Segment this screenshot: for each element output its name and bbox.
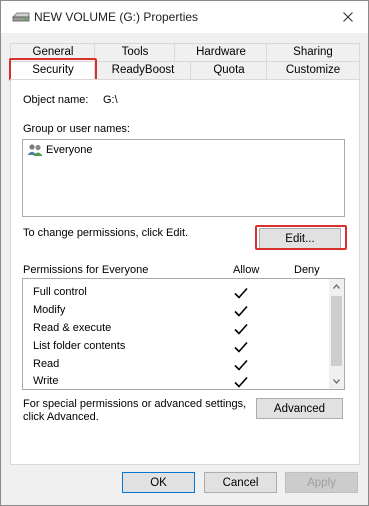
tab-general[interactable]: General [10, 43, 96, 61]
tab-sharing[interactable]: Sharing [266, 43, 360, 61]
allow-check-icon [234, 287, 248, 299]
table-row: Full control [23, 285, 328, 303]
close-icon [343, 12, 353, 22]
table-row: Read & execute [23, 321, 328, 339]
scroll-down-arrow[interactable] [329, 374, 344, 389]
tab-quota[interactable]: Quota [190, 61, 268, 79]
edit-button[interactable]: Edit... [259, 228, 341, 249]
scroll-up-arrow[interactable] [329, 279, 344, 294]
permissions-scrollbar[interactable] [329, 279, 344, 389]
allow-check-icon [234, 359, 248, 371]
tab-readyboost[interactable]: ReadyBoost [94, 61, 192, 79]
change-permissions-text: To change permissions, click Edit. [23, 227, 189, 239]
ok-button[interactable]: OK [122, 472, 195, 493]
users-icon [27, 144, 43, 156]
permission-name: List folder contents [33, 340, 126, 352]
user-name: Everyone [46, 144, 93, 156]
list-item[interactable]: Everyone [25, 142, 342, 159]
tab-customize[interactable]: Customize [266, 61, 360, 79]
allow-header: Allow [233, 264, 260, 276]
chevron-down-icon [333, 379, 340, 384]
advanced-button[interactable]: Advanced [256, 398, 343, 419]
allow-check-icon [234, 376, 248, 388]
permission-name: Write [33, 375, 59, 387]
security-panel: Object name: G:\ Group or user names: Ev… [10, 79, 360, 465]
table-row: Read [23, 357, 328, 375]
chevron-up-icon [333, 284, 340, 289]
drive-icon [12, 12, 30, 22]
tab-security[interactable]: Security [10, 61, 96, 80]
object-name-label: Object name: [23, 94, 89, 106]
permission-name: Full control [33, 286, 87, 298]
table-row: Modify [23, 303, 328, 321]
properties-window: NEW VOLUME (G:) Properties General Tools… [0, 0, 369, 506]
table-row: Write [23, 375, 328, 389]
cancel-button[interactable]: Cancel [204, 472, 277, 493]
permission-name: Read & execute [33, 322, 112, 334]
window-title: NEW VOLUME (G:) Properties [34, 10, 199, 24]
object-name-value: G:\ [103, 94, 118, 106]
permissions-label: Permissions for Everyone [23, 264, 149, 276]
tab-hardware[interactable]: Hardware [174, 43, 268, 61]
special-permissions-text-1: For special permissions or advanced sett… [23, 398, 247, 410]
deny-header: Deny [294, 264, 320, 276]
close-button[interactable] [334, 4, 362, 30]
tab-tools[interactable]: Tools [94, 43, 176, 61]
allow-check-icon [234, 323, 248, 335]
title-bar: NEW VOLUME (G:) Properties [1, 1, 368, 33]
permission-name: Read [33, 358, 60, 370]
group-label: Group or user names: [23, 123, 130, 135]
user-list[interactable]: Everyone [22, 139, 345, 217]
permission-name: Modify [33, 304, 66, 316]
apply-button[interactable]: Apply [285, 472, 358, 493]
special-permissions-text-2: click Advanced. [23, 411, 99, 423]
allow-check-icon [234, 341, 248, 353]
allow-check-icon [234, 305, 248, 317]
scroll-thumb[interactable] [331, 296, 342, 366]
table-row: List folder contents [23, 339, 328, 357]
permissions-list[interactable]: Full control Modify Read & execute List … [22, 278, 345, 390]
